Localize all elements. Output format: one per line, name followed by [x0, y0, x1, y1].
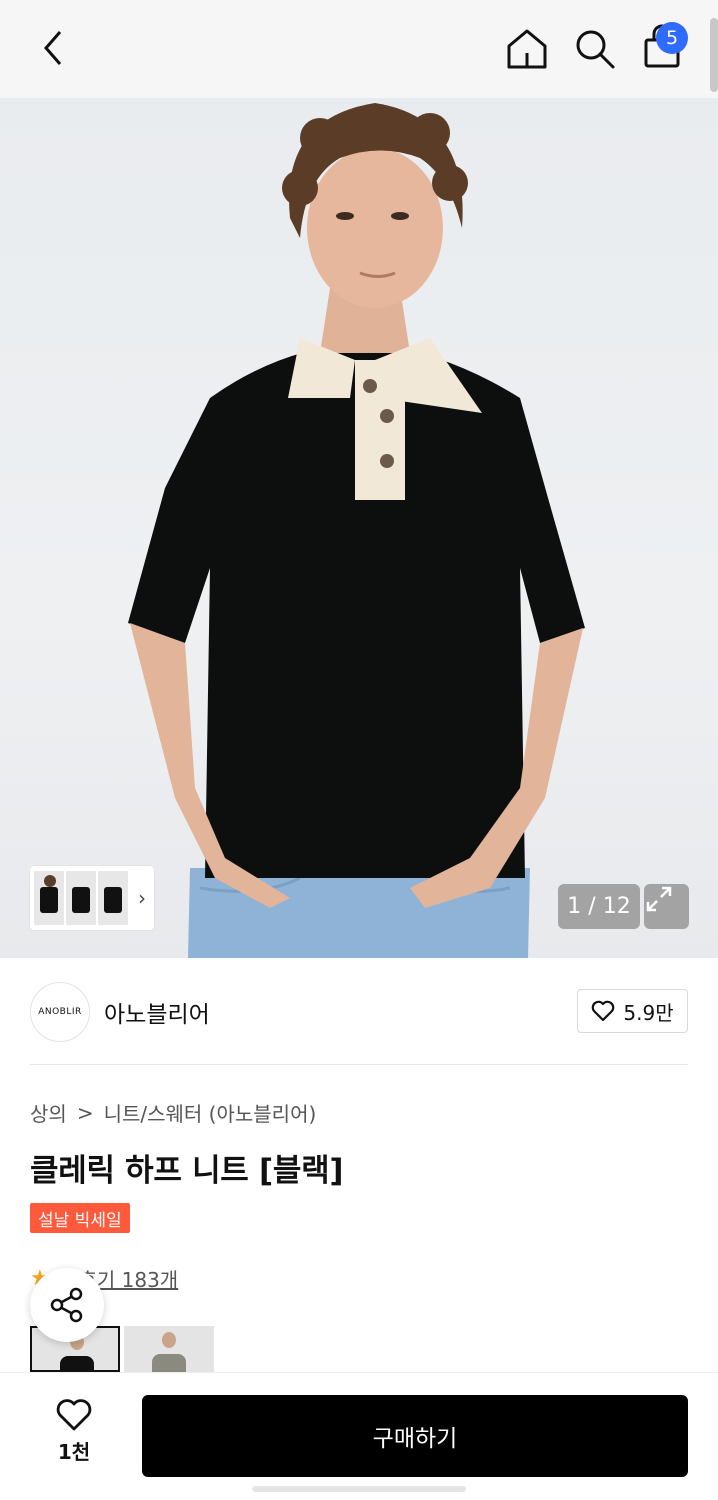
share-icon — [50, 1287, 83, 1323]
search-button[interactable] — [572, 26, 618, 72]
thumbnail[interactable] — [98, 871, 128, 925]
brand-like-button[interactable]: 5.9만 — [577, 989, 688, 1033]
search-icon — [576, 30, 615, 69]
thumbnail[interactable] — [34, 871, 64, 925]
back-button[interactable] — [30, 26, 74, 70]
heart-icon — [56, 1399, 92, 1431]
expand-button[interactable] — [644, 884, 689, 929]
color-option-gray[interactable] — [124, 1326, 214, 1372]
cart-count-badge: 5 — [656, 22, 688, 54]
brand-logo-text: ANOBLIR — [38, 1007, 82, 1017]
scrollbar[interactable] — [710, 18, 718, 92]
sale-badge: 설날 빅세일 — [30, 1203, 130, 1233]
divider — [30, 1064, 688, 1065]
home-icon — [507, 29, 547, 69]
wishlist-count: 1천 — [57, 1440, 91, 1464]
breadcrumb-separator: > — [76, 1100, 94, 1125]
thumbnail-strip[interactable]: › — [30, 866, 154, 930]
heart-icon — [592, 1000, 615, 1022]
wishlist-button[interactable]: 1천 — [44, 1398, 104, 1465]
home-button[interactable] — [504, 26, 550, 72]
breadcrumb: 상의 > 니트/스웨터 (아노블리어) — [30, 1098, 316, 1127]
chevron-left-icon — [44, 31, 62, 65]
chevron-right-icon: › — [138, 886, 146, 910]
brand-like-count: 5.9만 — [623, 1000, 674, 1025]
breadcrumb-subcategory[interactable]: 니트/스웨터 (아노블리어) — [104, 1098, 317, 1127]
brand-name[interactable]: 아노블리어 — [104, 995, 210, 1029]
product-image[interactable]: › 1 / 12 — [0, 98, 718, 958]
home-indicator — [252, 1486, 466, 1492]
image-counter: 1 / 12 — [558, 884, 640, 929]
model-illustration — [128, 103, 585, 958]
brand-logo[interactable]: ANOBLIR — [30, 982, 90, 1042]
top-bar: 5 — [0, 0, 718, 98]
breadcrumb-category[interactable]: 상의 — [30, 1098, 67, 1127]
expand-icon — [646, 886, 672, 912]
buy-button[interactable]: 구매하기 — [142, 1395, 688, 1477]
share-button[interactable] — [30, 1268, 104, 1342]
thumbnail[interactable] — [66, 871, 96, 925]
product-title: 클레릭 하프 니트 [블랙] — [30, 1153, 344, 1189]
